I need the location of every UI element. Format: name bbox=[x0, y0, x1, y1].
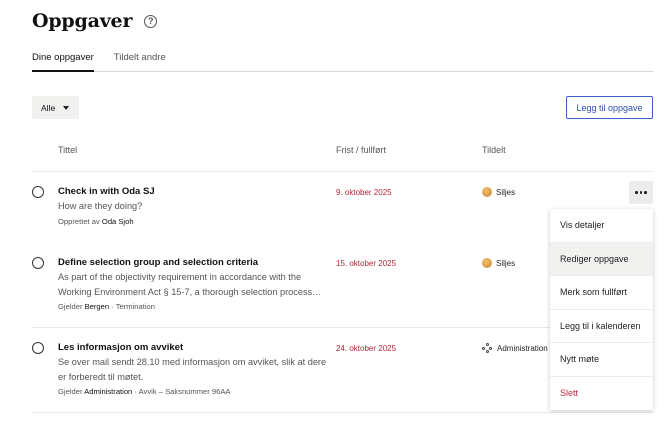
header-divider bbox=[32, 171, 653, 172]
complete-radio[interactable] bbox=[32, 257, 44, 269]
complete-radio[interactable] bbox=[32, 186, 44, 198]
task-title[interactable]: Define selection group and selection cri… bbox=[58, 257, 258, 268]
menu-item-add-to-calendar[interactable]: Legg til i kalenderen bbox=[550, 310, 653, 343]
column-header-title[interactable]: Tittel bbox=[58, 145, 77, 155]
filter-label: Alle bbox=[41, 102, 56, 113]
complete-radio[interactable] bbox=[32, 342, 44, 354]
menu-item-new-meeting[interactable]: Nytt møte bbox=[550, 343, 653, 377]
context-menu: Vis detaljer Rediger oppgave Merk som fu… bbox=[550, 209, 653, 410]
caret-down-icon bbox=[63, 105, 70, 110]
group-icon bbox=[482, 343, 493, 354]
tab-bar: Dine oppgaver Tildelt andre bbox=[32, 52, 653, 72]
assignee-name: Administration bbox=[497, 344, 548, 353]
task-meta: Gjelder Bergen · Termination bbox=[58, 302, 155, 311]
task-meta: Opprettet av Oda Sjoh bbox=[58, 217, 134, 226]
task-title[interactable]: Check in with Oda SJ bbox=[58, 186, 155, 197]
task-meta: Gjelder Administration · Avvik – Saksnum… bbox=[58, 387, 231, 396]
menu-item-delete[interactable]: Slett bbox=[550, 377, 653, 411]
dot-icon bbox=[639, 191, 643, 194]
row-divider bbox=[32, 412, 653, 413]
assignee: Siljes bbox=[482, 187, 515, 197]
menu-item-edit-task[interactable]: Rediger oppgave bbox=[550, 242, 653, 276]
menu-item-view-details[interactable]: Vis detaljer bbox=[550, 209, 653, 243]
due-date: 15. oktober 2025 bbox=[336, 259, 397, 268]
dot-icon bbox=[644, 191, 647, 194]
avatar-icon bbox=[482, 187, 492, 197]
more-options-button[interactable] bbox=[629, 181, 653, 204]
assignee: Siljes bbox=[482, 258, 515, 268]
task-description: As part of the objectivity requirement i… bbox=[58, 272, 322, 297]
filter-dropdown[interactable]: Alle bbox=[32, 96, 79, 119]
page-header: Oppgaver ? bbox=[32, 10, 158, 32]
due-date: 24. oktober 2025 bbox=[336, 344, 397, 353]
add-task-button[interactable]: Legg til oppgave bbox=[566, 96, 653, 119]
column-header-due[interactable]: Frist / fullført bbox=[336, 145, 386, 155]
task-title[interactable]: Les informasjon om avviket bbox=[58, 342, 183, 353]
menu-item-mark-complete[interactable]: Merk som fullført bbox=[550, 276, 653, 310]
task-description: Se over mail sendt 28.10 med informasjon… bbox=[58, 357, 327, 382]
help-icon[interactable]: ? bbox=[144, 14, 158, 28]
tab-tildelt-andre[interactable]: Tildelt andre bbox=[114, 52, 166, 72]
assignee-name: Siljes bbox=[496, 187, 516, 197]
task-description: How are they doing? bbox=[58, 201, 143, 211]
page-title: Oppgaver bbox=[32, 10, 133, 32]
column-header-assigned[interactable]: Tildelt bbox=[482, 145, 506, 155]
assignee-name: Siljes bbox=[496, 258, 516, 268]
dot-icon bbox=[635, 191, 638, 194]
assignee: Administration bbox=[482, 343, 548, 354]
due-date: 9. oktober 2025 bbox=[336, 188, 392, 197]
tab-dine-oppgaver[interactable]: Dine oppgaver bbox=[32, 52, 94, 72]
avatar-icon bbox=[482, 258, 492, 268]
